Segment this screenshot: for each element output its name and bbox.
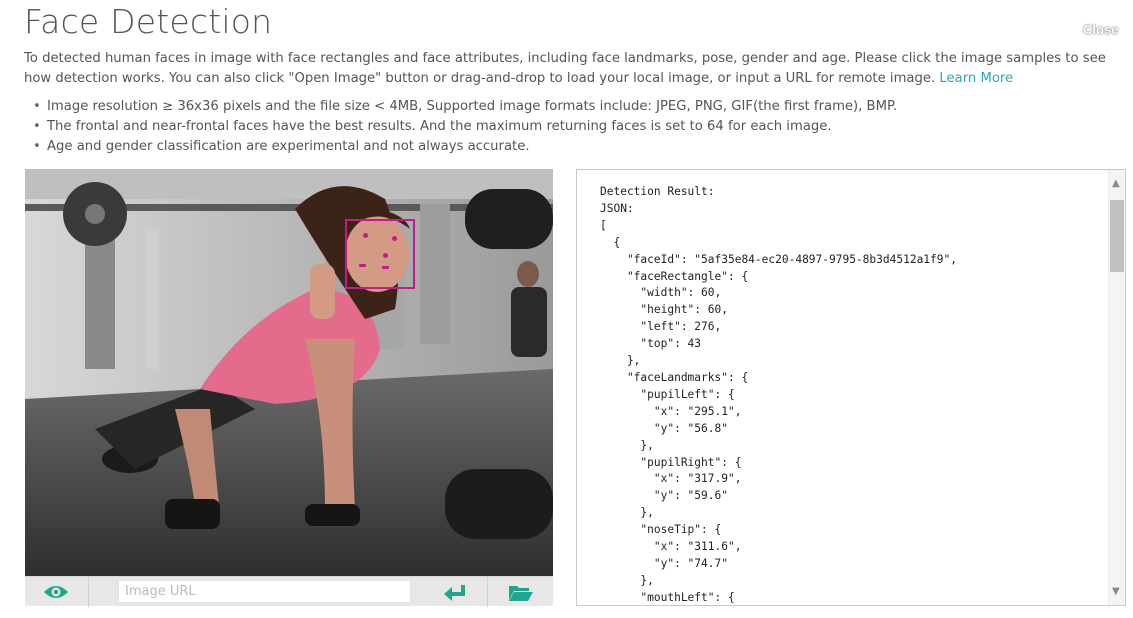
detection-result-panel[interactable]: Detection Result: JSON: [ { "faceId": "5…	[576, 169, 1126, 606]
toolbar-divider	[88, 577, 89, 607]
gym-photo-illustration	[25, 169, 553, 576]
toolbar-divider	[487, 577, 488, 607]
list-item: The frontal and near-frontal faces have …	[33, 117, 897, 137]
close-button[interactable]: Close	[1083, 22, 1118, 37]
description: To detected human faces in image with fa…	[24, 49, 1128, 89]
pupil-left-marker	[363, 233, 368, 238]
scroll-down-arrow-icon[interactable]: ▼	[1112, 586, 1120, 597]
image-toolbar	[25, 576, 553, 607]
page-title: Face Detection	[24, 2, 273, 41]
scroll-up-arrow-icon[interactable]: ▲	[1112, 178, 1120, 189]
list-item: Image resolution ≥ 36x36 pixels and the …	[33, 97, 897, 117]
detection-result-json: Detection Result: JSON: [ { "faceId": "5…	[600, 185, 957, 604]
mouth-left-marker	[359, 264, 366, 267]
mouth-right-marker	[382, 266, 389, 269]
pupil-right-marker	[392, 236, 397, 241]
scroll-thumb[interactable]	[1110, 200, 1124, 272]
vertical-scrollbar[interactable]: ▲ ▼	[1108, 170, 1125, 605]
enter-arrow-icon[interactable]	[442, 582, 468, 602]
image-url-input[interactable]	[118, 580, 411, 603]
learn-more-link[interactable]: Learn More	[939, 71, 1013, 86]
face-rectangle	[345, 219, 415, 289]
eye-icon[interactable]	[43, 583, 69, 601]
folder-icon[interactable]	[508, 582, 534, 602]
requirements-list: Image resolution ≥ 36x36 pixels and the …	[33, 97, 897, 157]
nose-tip-marker	[383, 253, 388, 258]
detected-image[interactable]	[25, 169, 553, 576]
list-item: Age and gender classification are experi…	[33, 137, 897, 157]
